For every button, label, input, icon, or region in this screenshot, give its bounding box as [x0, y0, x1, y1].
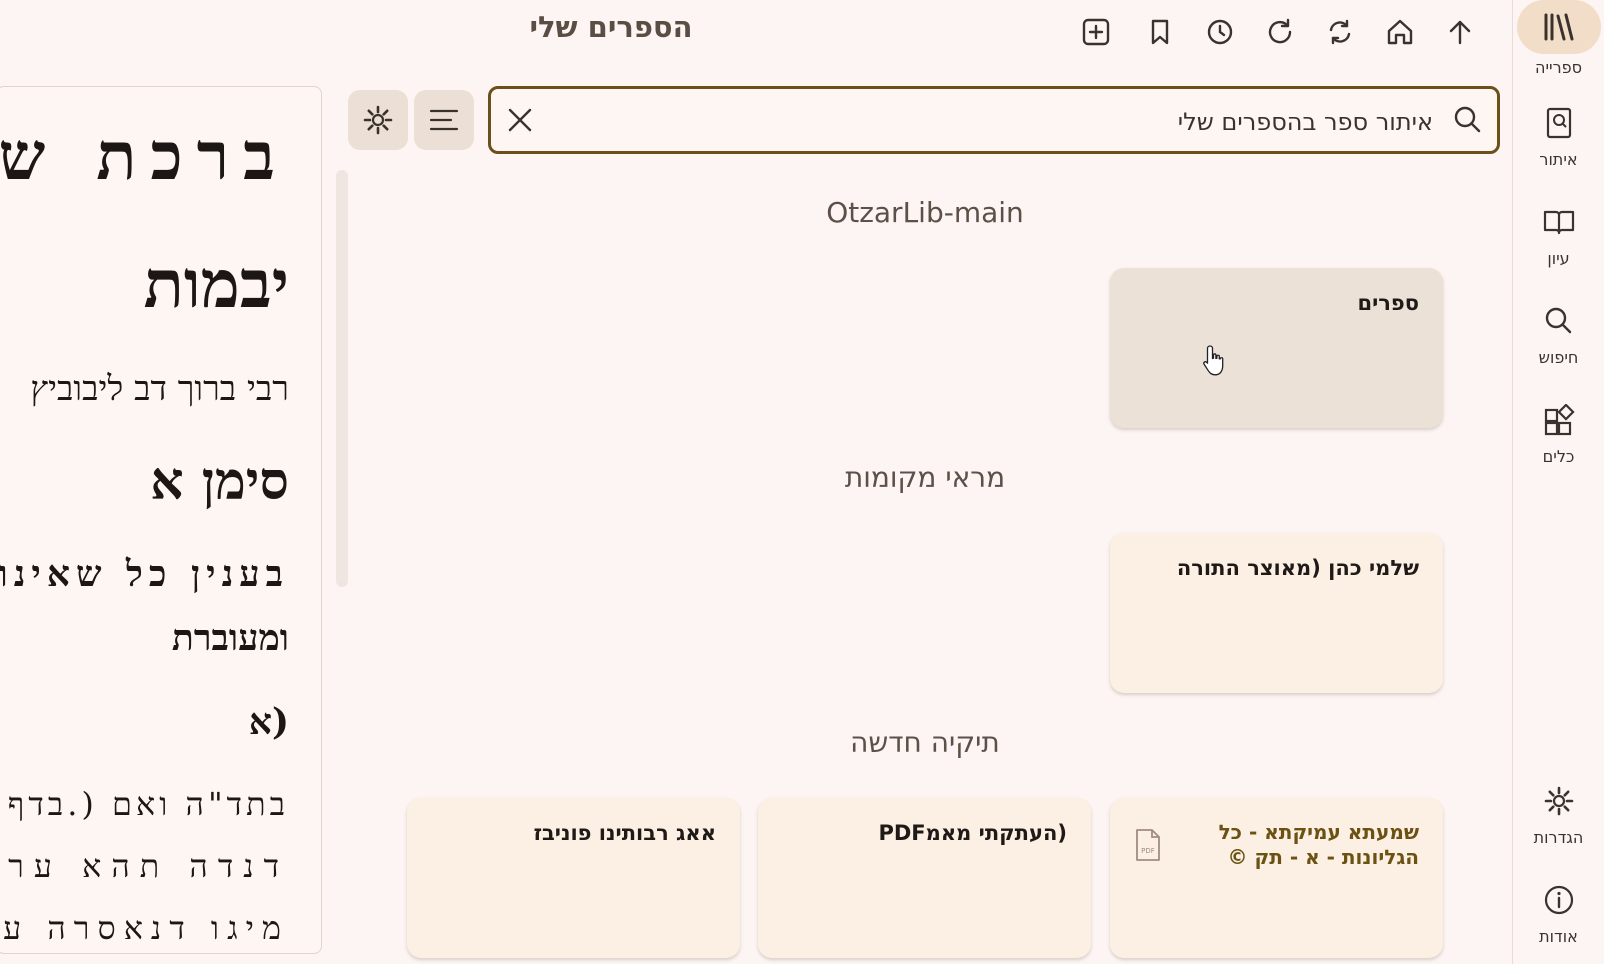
bookmark-icon [1151, 19, 1169, 45]
card-title: אאג רבותינו פוניבז [533, 821, 716, 845]
gear-icon [363, 105, 393, 135]
nav-label: הגדרות [1533, 828, 1584, 847]
clear-search-icon[interactable] [505, 105, 535, 139]
nav-label: ספרייה [1534, 58, 1582, 77]
refresh-button[interactable] [1260, 12, 1300, 52]
nav-study[interactable]: עיון [1513, 199, 1604, 268]
card-title: שלמי כהן (מאוצר התורה [1176, 556, 1419, 580]
nav-label: אודות [1539, 927, 1578, 946]
card-title: (העתקתי מאמPDF [878, 821, 1067, 845]
search-bar[interactable] [488, 86, 1500, 154]
preview-heading-2: ומעוברת [171, 617, 289, 659]
home-button[interactable] [1380, 12, 1420, 52]
nav-tools[interactable]: כלים [1513, 397, 1604, 466]
preview-body-2: דנדה תהא ערוה [0, 847, 289, 885]
preview-chapter: סימן א [150, 451, 289, 512]
preview-scrollbar[interactable] [336, 170, 348, 587]
sync-button[interactable] [1320, 12, 1360, 52]
hand-cursor-icon [1203, 345, 1224, 376]
settings-icon [1529, 778, 1589, 824]
search-input[interactable] [571, 101, 1435, 143]
open-book-icon [1529, 199, 1589, 245]
pdf-file-icon: PDF [1136, 829, 1160, 861]
nav-search[interactable]: חיפוש [1513, 298, 1604, 367]
svg-text:PDF: PDF [1141, 847, 1155, 855]
nav-find[interactable]: איתור [1513, 100, 1604, 169]
nav-about[interactable]: אודות [1513, 877, 1604, 946]
preview-author: רבי ברוך דב ליבוביץ [30, 369, 289, 409]
refresh-icon [1268, 18, 1292, 44]
sync-icon [1329, 19, 1351, 45]
nav-label: איתור [1539, 150, 1578, 169]
card-title: ספרים [1357, 291, 1419, 315]
search-icon [1529, 298, 1589, 344]
find-book-icon [1529, 100, 1589, 146]
section-title: תיקיה חדשה [850, 726, 1000, 759]
folder-card[interactable]: ספרים [1110, 268, 1443, 428]
preview-title: ברכת שמואל [0, 117, 289, 195]
nav-label: חיפוש [1538, 348, 1579, 367]
pdf-book-card[interactable]: שמעתא עמיקתא - כל הגליונות - א - תק © PD… [1110, 798, 1443, 958]
nav-settings[interactable]: הגדרות [1513, 778, 1604, 847]
search-icon [1453, 105, 1483, 139]
history-button[interactable] [1200, 12, 1240, 52]
book-card[interactable]: (העתקתי מאמPDF [758, 798, 1091, 958]
tools-icon [1529, 397, 1589, 443]
nav-label: כלים [1542, 447, 1575, 466]
folder-card[interactable]: שלמי כהן (מאוצר התורה [1110, 533, 1443, 693]
preview-body-1: (בדף ב.) בתד"ה ואם [0, 785, 289, 823]
book-preview-panel: ברכת שמואל יבמות רבי ברוך דב ליבוביץ סימ… [0, 86, 322, 954]
navigation-rail: ספרייה איתור עיון חיפוש כלים הגדרות אודו… [1512, 0, 1604, 964]
preview-heading: בענין כל שאינו עומד [0, 553, 289, 595]
section-title: OtzarLib-main [826, 196, 1024, 229]
preview-section-label: א) [248, 701, 289, 743]
section-title: מראי מקומות [844, 461, 1006, 494]
sort-button[interactable] [414, 90, 474, 150]
page-title: הספרים שלי [529, 10, 693, 44]
nav-label: עיון [1547, 249, 1570, 268]
book-card[interactable]: אאג רבותינו פוניבז [407, 798, 740, 958]
info-icon [1529, 877, 1589, 923]
plus-square-icon [1082, 18, 1110, 46]
view-settings-button[interactable] [348, 90, 408, 150]
go-up-button[interactable] [1440, 12, 1480, 52]
history-icon [1207, 19, 1233, 45]
library-icon [1516, 0, 1601, 54]
sort-lines-icon [429, 109, 459, 131]
preview-subtitle: יבמות [143, 245, 289, 323]
arrow-up-icon [1449, 20, 1471, 45]
preview-body-3: מיגו דנאסרה עליו [0, 909, 289, 947]
bookmarks-button[interactable] [1140, 12, 1180, 52]
card-title: שמעתא עמיקתא - כל הגליונות - א - תק © [1218, 820, 1419, 869]
home-icon [1387, 19, 1413, 45]
add-button[interactable] [1076, 12, 1116, 52]
nav-library[interactable]: ספרייה [1513, 0, 1604, 77]
